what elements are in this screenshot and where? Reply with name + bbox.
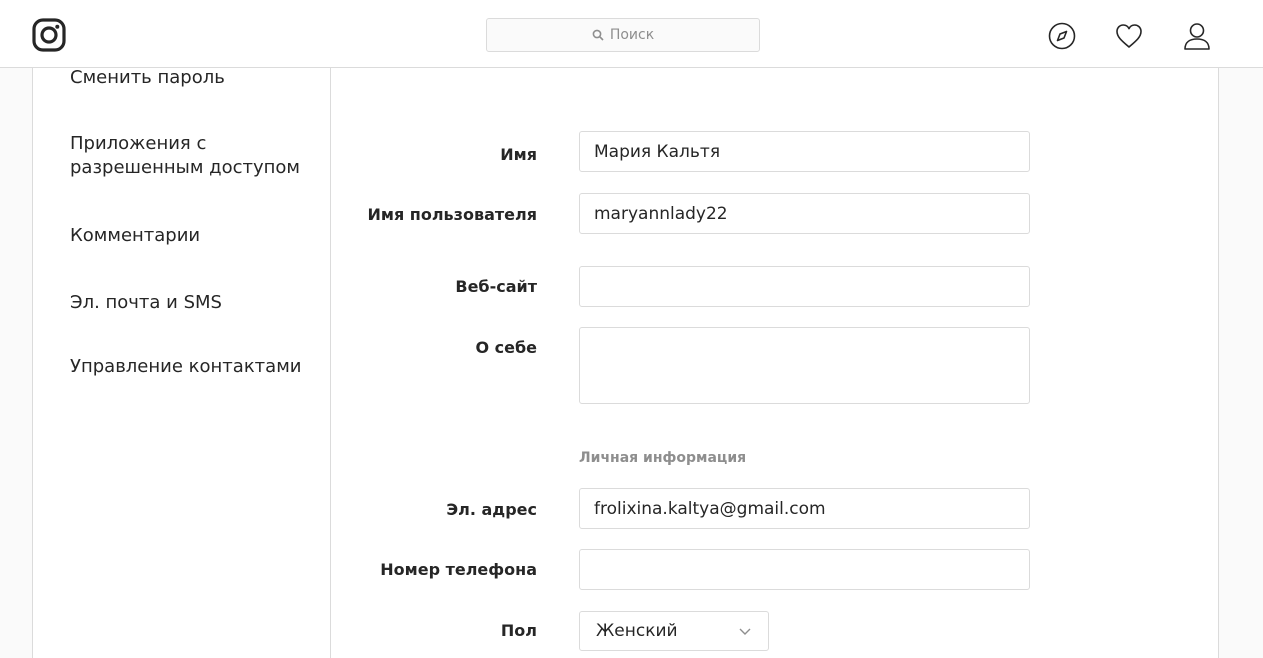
username-input[interactable] <box>579 193 1030 234</box>
sidebar-item-change-password[interactable]: Сменить пароль <box>70 66 320 90</box>
compass-icon[interactable] <box>1047 21 1077 51</box>
sidebar-item-authorized-apps[interactable]: Приложения с разрешенным доступом <box>70 132 315 180</box>
phone-input[interactable] <box>579 549 1030 590</box>
heart-icon[interactable] <box>1114 21 1144 51</box>
sidebar-item-email-sms[interactable]: Эл. почта и SMS <box>70 291 320 315</box>
sidebar-item-comments[interactable]: Комментарии <box>70 224 320 248</box>
gender-select-value: Женский <box>596 621 678 641</box>
chevron-down-icon <box>739 628 751 635</box>
gender-label: Пол <box>500 621 537 640</box>
personal-info-section-title: Личная информация <box>579 450 747 466</box>
search-input[interactable]: Поиск <box>486 18 760 52</box>
instagram-logo-icon[interactable] <box>31 17 67 53</box>
gender-select[interactable]: Женский <box>579 611 769 651</box>
settings-card: Сменить пароль Приложения с разрешенным … <box>32 66 1219 658</box>
settings-sidebar: Сменить пароль Приложения с разрешенным … <box>33 66 331 658</box>
search-icon <box>592 29 604 41</box>
website-input[interactable] <box>579 266 1030 307</box>
bio-textarea[interactable] <box>579 327 1030 404</box>
email-input[interactable] <box>579 488 1030 529</box>
user-icon[interactable] <box>1182 21 1212 51</box>
name-label: Имя <box>500 145 537 164</box>
top-navigation-bar: Поиск <box>0 0 1263 68</box>
top-navigation-inner: Поиск <box>0 0 1263 67</box>
search-placeholder: Поиск <box>609 27 655 43</box>
bio-label: О себе <box>475 338 537 357</box>
phone-label: Номер телефона <box>380 560 537 579</box>
email-label: Эл. адрес <box>446 500 537 519</box>
sidebar-item-manage-contacts[interactable]: Управление контактами <box>70 355 320 379</box>
name-input[interactable] <box>579 131 1030 172</box>
website-label: Веб-сайт <box>455 277 537 296</box>
username-label: Имя пользователя <box>367 205 537 224</box>
